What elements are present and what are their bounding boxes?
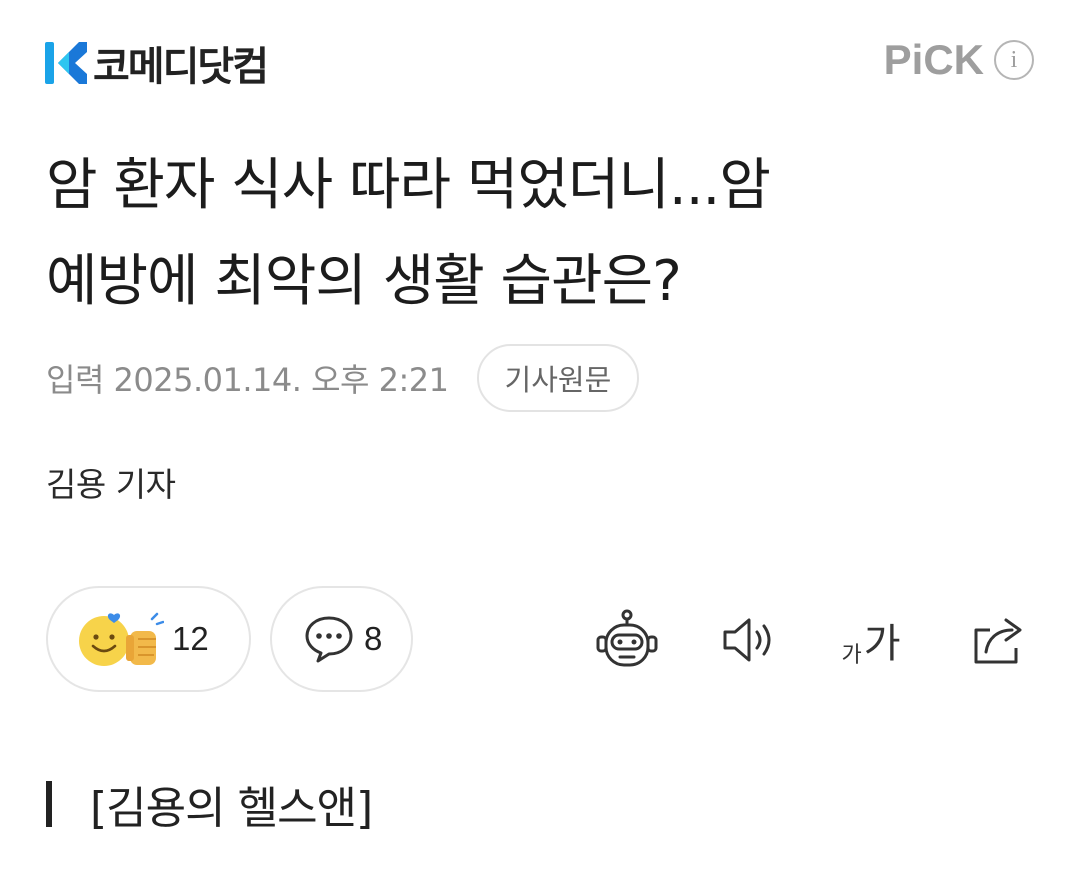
publisher-logo[interactable]: 코메디닷컴 [45,36,269,90]
comment-bubble-icon [305,616,353,663]
title-line-1: 암 환자 식사 따라 먹었더니...암 [46,153,771,218]
share-icon [974,618,1022,664]
article-meta: 입력 2025.01.14. 오후 2:21 기사원문 [46,344,640,412]
share-button[interactable] [962,600,1034,680]
reporter-name[interactable]: 김용 기자 [46,458,176,506]
article-title: 암 환자 식사 따라 먹었더니...암 예방에 최악의 생활 습관은? [46,138,1036,330]
pick-label: PiCK [883,36,984,83]
section-divider [46,781,52,827]
read-aloud-button[interactable] [713,600,785,680]
info-icon[interactable]: i [994,40,1034,80]
kormedi-logo-icon [45,38,87,88]
section-title: [김용의 헬스앤] [90,783,373,834]
title-line-2: 예방에 최악의 생활 습관은? [46,249,682,314]
like-count: 12 [172,620,209,657]
published-date: 입력 2025.01.14. 오후 2:21 [46,361,449,399]
comment-button[interactable]: 8 [270,586,413,692]
publisher-name: 코메디닷컴 [93,44,269,90]
font-size-button[interactable]: 가가 [835,600,907,680]
pick-badge: PiCK i [884,36,1034,84]
top-bar: 코메디닷컴 PiCK i [0,0,1080,125]
section-heading: [김용의 헬스앤] [46,772,373,836]
robot-icon [596,609,658,667]
ai-summary-button[interactable] [591,600,663,680]
original-article-button[interactable]: 기사원문 [476,344,640,412]
font-size-icon: 가가 [841,621,901,668]
smile-thumbs-up-icon [79,612,164,666]
comment-count: 8 [364,620,383,657]
reaction-button[interactable]: 12 [46,586,251,692]
speaker-icon [723,618,771,662]
